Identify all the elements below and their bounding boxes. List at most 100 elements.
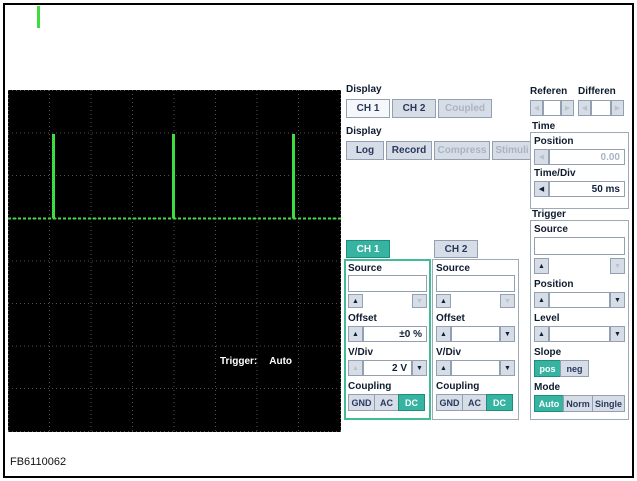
trigger-position-up-button[interactable]: ▲: [534, 292, 549, 308]
trigger-readout-label: Trigger:: [220, 356, 258, 367]
right-arrow-icon: ▶: [564, 104, 571, 112]
slope-neg-button[interactable]: neg: [560, 360, 589, 377]
ch2-coupling-ac-button[interactable]: AC: [462, 394, 487, 411]
ch2-coupling-label: Coupling: [436, 381, 480, 392]
differential-right-button[interactable]: ▶: [611, 100, 624, 116]
trigger-position-value[interactable]: [549, 292, 610, 308]
ch2-vdiv-up-button[interactable]: ▲: [436, 360, 451, 376]
ch2-vdiv-down-button[interactable]: ▼: [500, 360, 515, 376]
ch2-offset-up-button[interactable]: ▲: [436, 326, 451, 342]
trigger-level-up-button[interactable]: ▲: [534, 326, 549, 342]
instrument-panel: Trigger: Auto Display CH 1 CH 2 Coupled …: [0, 0, 637, 481]
differential-left-button[interactable]: ◀: [578, 100, 591, 116]
ch2-offset-value[interactable]: [451, 326, 500, 342]
up-arrow-icon: ▲: [538, 262, 545, 270]
ch2-tab-button[interactable]: CH 2: [434, 240, 478, 258]
ch2-source-down-button[interactable]: ▼: [500, 294, 515, 308]
ch1-source-label: Source: [348, 263, 382, 274]
ch1-offset-value[interactable]: ±0 %: [363, 326, 427, 342]
trigger-level-value[interactable]: [549, 326, 610, 342]
ch1-offset-up-button[interactable]: ▲: [348, 326, 363, 342]
up-arrow-icon: ▲: [538, 296, 545, 304]
differential-section: Differen ◀ ▶: [578, 86, 624, 116]
trigger-slope-label: Slope: [534, 347, 562, 358]
display-compress-button[interactable]: Compress: [434, 141, 490, 160]
ch1-panel: Source ▲ ▼ Offset ▲ ±0 % V/Div ▲ 2 V ▼ C…: [344, 259, 431, 420]
reference-left-button[interactable]: ◀: [530, 100, 543, 116]
down-arrow-icon: ▼: [504, 330, 511, 338]
trigger-panel: Source ▲ ▼ Position ▲ ▼ Level ▲ ▼ Slope …: [530, 220, 629, 420]
ch1-offset-label: Offset: [348, 313, 377, 324]
reference-right-button[interactable]: ▶: [561, 100, 574, 116]
display-modes-section: Display Log Record Compress Stimuli: [346, 126, 532, 160]
display-ch2-button[interactable]: CH 2: [392, 99, 436, 118]
figure-id: FB6110062: [10, 456, 67, 468]
trigger-position-down-button[interactable]: ▼: [610, 292, 625, 308]
ch2-coupling-gnd-button[interactable]: GND: [436, 394, 463, 411]
up-arrow-icon: ▲: [440, 364, 447, 372]
reference-section: Referen ◀ ▶: [530, 86, 574, 116]
time-label: Time: [532, 121, 556, 132]
ch1-source-up-button[interactable]: ▲: [348, 294, 363, 308]
up-arrow-icon: ▲: [352, 297, 359, 305]
ch1-coupling-label: Coupling: [348, 381, 392, 392]
right-arrow-icon: ▶: [614, 104, 621, 112]
ch1-tab-button[interactable]: CH 1: [346, 240, 390, 258]
display-ch1-button[interactable]: CH 1: [346, 99, 390, 118]
trigger-source-down-button[interactable]: ▼: [610, 258, 625, 274]
time-div-decrement-button[interactable]: ◀: [534, 181, 549, 197]
trigger-position-label: Position: [534, 279, 574, 290]
up-arrow-icon: ▲: [440, 330, 447, 338]
trigger-source-dropdown[interactable]: [534, 237, 625, 255]
ch1-vdiv-up-button[interactable]: ▲: [348, 360, 363, 376]
display-coupled-button[interactable]: Coupled: [438, 99, 492, 118]
down-arrow-icon: ▼: [416, 364, 423, 372]
mode-single-button[interactable]: Single: [592, 395, 625, 412]
up-arrow-icon: ▲: [352, 364, 359, 372]
ch1-source-down-button[interactable]: ▼: [412, 294, 427, 308]
ch1-vdiv-value[interactable]: 2 V: [363, 360, 412, 376]
trigger-level-label: Level: [534, 313, 560, 324]
ch1-vdiv-down-button[interactable]: ▼: [412, 360, 427, 376]
time-position-value[interactable]: 0.00: [549, 149, 625, 165]
slope-pos-button[interactable]: pos: [534, 360, 561, 377]
down-arrow-icon: ▼: [614, 262, 621, 270]
trigger-readout-value: Auto: [269, 356, 293, 367]
display-log-button[interactable]: Log: [346, 141, 384, 160]
down-arrow-icon: ▼: [614, 296, 621, 304]
ch2-source-label: Source: [436, 263, 470, 274]
left-arrow-icon: ◀: [581, 104, 588, 112]
differential-value[interactable]: [591, 100, 611, 116]
time-panel: Position ◀ 0.00 Time/Div ◀ 50 ms: [530, 132, 629, 209]
trigger-level-down-button[interactable]: ▼: [610, 326, 625, 342]
display-record-button[interactable]: Record: [386, 141, 432, 160]
ch2-vdiv-value[interactable]: [451, 360, 500, 376]
ch2-panel: Source ▲ ▼ Offset ▲ ▼ V/Div ▲ ▼ Coupling…: [432, 259, 519, 420]
ch2-offset-label: Offset: [436, 313, 465, 324]
up-arrow-icon: ▲: [352, 330, 359, 338]
ch2-coupling-dc-button[interactable]: DC: [486, 394, 513, 411]
ch1-coupling-dc-button[interactable]: DC: [398, 394, 425, 411]
display-stimuli-button[interactable]: Stimuli: [492, 141, 532, 160]
time-position-decrement-button[interactable]: ◀: [534, 149, 549, 165]
ch1-coupling-ac-button[interactable]: AC: [374, 394, 399, 411]
display-channels-label: Display: [346, 84, 382, 95]
ch2-source-dropdown[interactable]: [436, 275, 515, 292]
ch1-coupling-gnd-button[interactable]: GND: [348, 394, 375, 411]
ch2-offset-down-button[interactable]: ▼: [500, 326, 515, 342]
ch2-vdiv-label: V/Div: [436, 347, 462, 358]
reference-value[interactable]: [543, 100, 561, 116]
pulse-artifact: [37, 6, 40, 28]
time-div-label: Time/Div: [534, 168, 576, 179]
ch2-source-up-button[interactable]: ▲: [436, 294, 451, 308]
ch1-source-dropdown[interactable]: [348, 275, 427, 292]
time-div-value[interactable]: 50 ms: [549, 181, 625, 197]
mode-auto-button[interactable]: Auto: [534, 395, 564, 412]
trigger-mode-label: Mode: [534, 382, 561, 393]
trigger-source-label: Source: [534, 224, 568, 235]
down-arrow-icon: ▼: [504, 364, 511, 372]
left-arrow-icon: ◀: [538, 185, 545, 193]
waveform-plot: [8, 90, 341, 432]
mode-norm-button[interactable]: Norm: [563, 395, 593, 412]
trigger-source-up-button[interactable]: ▲: [534, 258, 549, 274]
